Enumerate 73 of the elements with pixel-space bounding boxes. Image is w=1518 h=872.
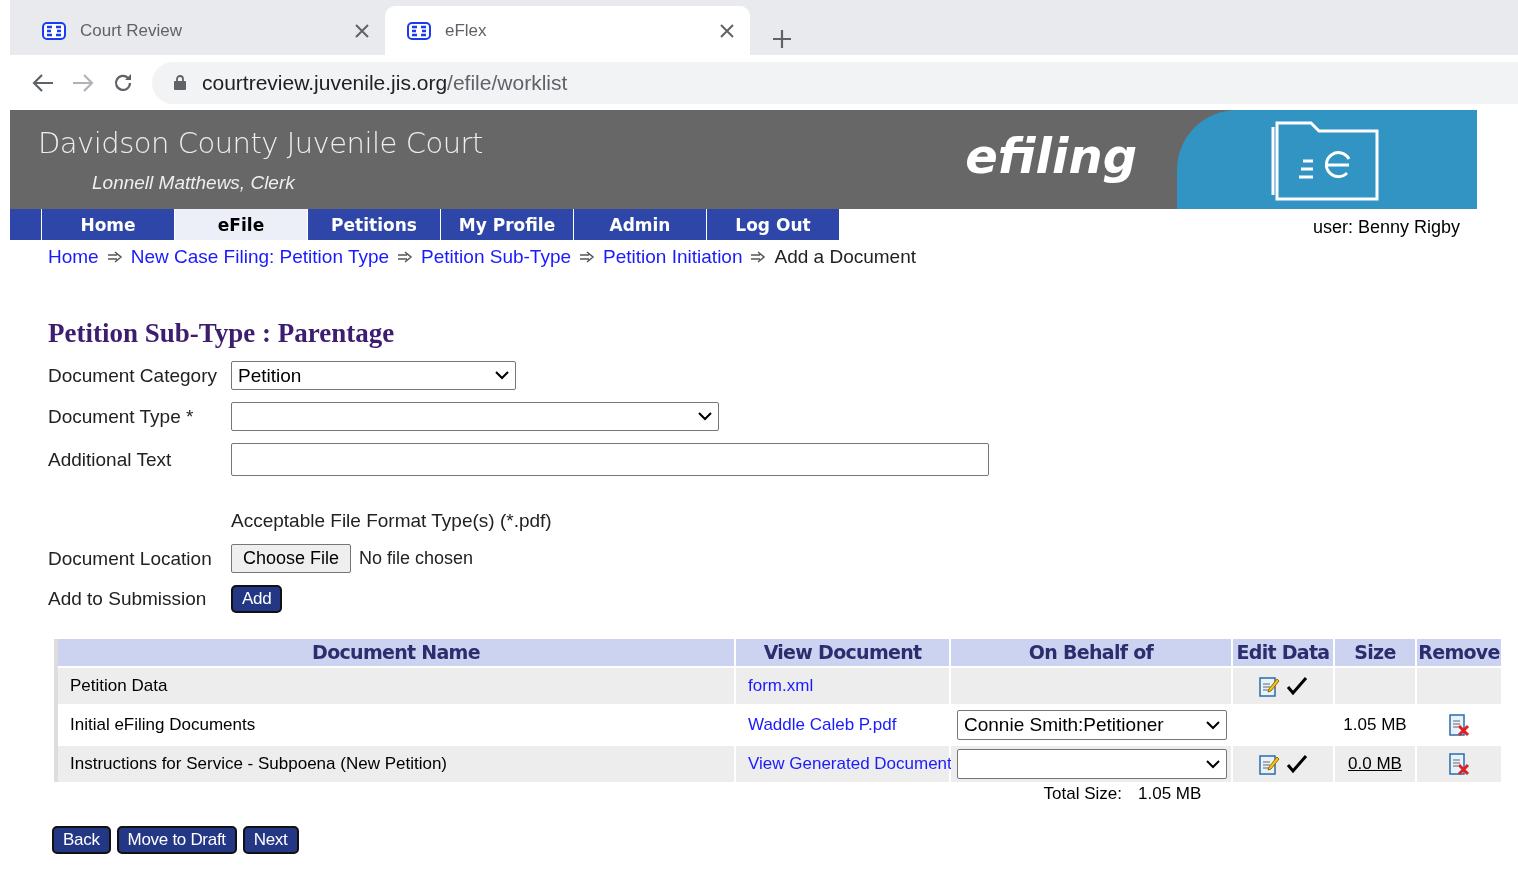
new-tab-icon[interactable]: [772, 29, 792, 49]
address-bar[interactable]: courtreview.juvenile.jis.org/efile/worklist: [152, 61, 1518, 104]
column-header: Edit Data: [1233, 639, 1333, 666]
breadcrumb-link[interactable]: Home: [48, 246, 99, 268]
double-arrow-icon: [579, 251, 596, 263]
format-note: Acceptable File Format Type(s) (*.pdf): [231, 510, 553, 532]
breadcrumb-link[interactable]: Petition Sub-Type: [421, 246, 572, 268]
logo-icon: [42, 21, 66, 40]
chevron-down-icon: [1206, 720, 1220, 730]
table-cell: Petition Data: [58, 668, 734, 704]
column-header: Document Name: [58, 639, 734, 666]
double-arrow-icon: [750, 251, 767, 263]
total-label: Total Size:: [1043, 784, 1122, 804]
close-icon[interactable]: [355, 23, 369, 38]
document-link[interactable]: View Generated Document: [748, 754, 952, 774]
chevron-down-icon: [698, 412, 712, 421]
edit-icon[interactable]: [1258, 675, 1280, 697]
browser-tab[interactable]: Court Review: [20, 6, 385, 55]
size-link[interactable]: 0.0 MB: [1348, 754, 1402, 774]
nav-tab[interactable]: Admin: [574, 209, 707, 240]
page-heading: Petition Sub-Type : Parentage: [48, 318, 396, 349]
column-header: On Behalf of: [951, 639, 1231, 666]
behalf-select[interactable]: [957, 749, 1227, 779]
breadcrumb-link[interactable]: New Case Filing: Petition Type: [130, 246, 390, 268]
nav-tab[interactable]: Petitions: [308, 209, 441, 240]
nav-tab[interactable]: Home: [42, 209, 175, 240]
logo-icon: [407, 21, 431, 40]
browser-tab[interactable]: eFlex: [385, 6, 750, 55]
chevron-down-icon: [495, 371, 509, 380]
nav-bar-segment: [10, 209, 42, 240]
nav-tab[interactable]: eFile: [175, 209, 308, 240]
column-header: Size: [1335, 639, 1415, 666]
breadcrumb-text: Add a Document: [774, 246, 916, 268]
type-select[interactable]: [231, 402, 719, 431]
action-button[interactable]: Back: [52, 826, 111, 854]
back-icon[interactable]: [32, 72, 54, 93]
column-header: Remove: [1417, 639, 1501, 666]
double-arrow-icon: [106, 251, 123, 263]
add-button[interactable]: Add: [231, 585, 283, 613]
document-link[interactable]: Waddle Caleb P.pdf: [748, 715, 897, 735]
check-icon: [1286, 754, 1308, 774]
additional-text-field[interactable]: [231, 443, 989, 476]
nav-tab[interactable]: My Profile: [441, 209, 574, 240]
nav-tab[interactable]: Log Out: [707, 209, 840, 240]
total-value: 1.05 MB: [1138, 784, 1203, 804]
remove-document-icon[interactable]: [1448, 752, 1470, 776]
close-icon[interactable]: [720, 23, 734, 38]
category-select[interactable]: Petition: [231, 361, 516, 390]
behalf-select[interactable]: Connie Smith:Petitioner: [957, 710, 1227, 740]
court-title: Davidson County Juvenile Court: [38, 126, 484, 160]
field-label: Document Type *: [48, 405, 195, 428]
clerk-name: Lonnell Matthews, Clerk: [92, 172, 296, 194]
action-button[interactable]: Next: [242, 826, 299, 854]
edit-icon[interactable]: [1258, 753, 1280, 775]
action-button[interactable]: Move to Draft: [116, 826, 237, 854]
choose-file-button[interactable]: Choose File: [231, 544, 352, 573]
file-status: No file chosen: [359, 548, 474, 569]
brand-title: efiling: [965, 127, 1138, 186]
double-arrow-icon: [397, 251, 414, 263]
chevron-down-icon: [1206, 759, 1220, 769]
breadcrumb-link[interactable]: Petition Initiation: [603, 246, 743, 268]
remove-document-icon[interactable]: [1448, 713, 1470, 737]
column-header: View Document: [736, 639, 949, 666]
url-text: courtreview.juvenile.jis.org/efile/worklist: [202, 70, 568, 95]
field-label: Document Location: [48, 547, 213, 570]
field-label: Additional Text: [48, 448, 173, 471]
table-cell: Instructions for Service - Subpoena (New Petition): [58, 746, 734, 782]
user-label: user: Benny Rigby: [1312, 216, 1460, 238]
lock-icon: [174, 75, 186, 90]
document-link[interactable]: form.xml: [748, 676, 814, 696]
field-label: Add to Submission: [48, 588, 208, 610]
check-icon: [1286, 676, 1308, 696]
field-label: Document Category: [48, 364, 218, 387]
